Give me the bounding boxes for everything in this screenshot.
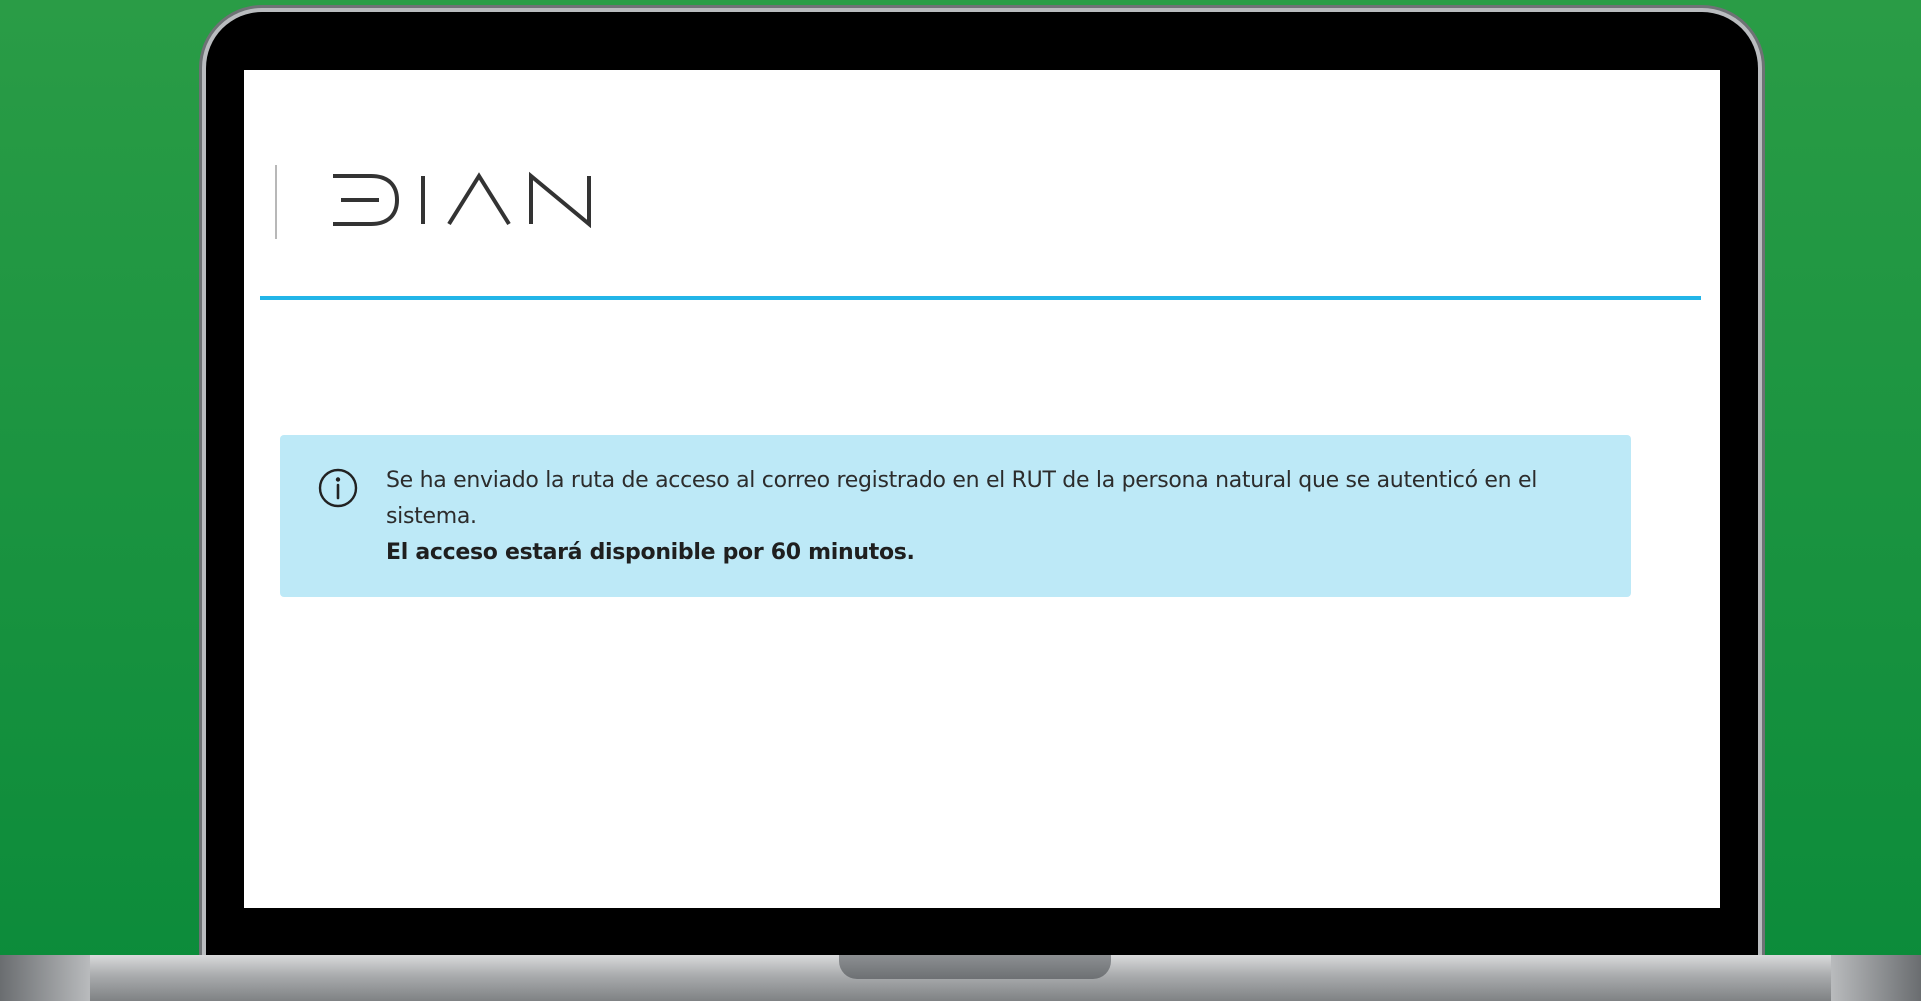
logo-divider xyxy=(275,165,277,239)
alert-message: Se ha enviado la ruta de acceso al corre… xyxy=(386,468,1538,529)
info-alert: Se ha enviado la ruta de acceso al corre… xyxy=(280,435,1631,597)
laptop-frame: Se ha enviado la ruta de acceso al corre… xyxy=(206,12,1758,960)
alert-emphasis: El acceso estará disponible por 60 minut… xyxy=(386,540,915,565)
info-icon xyxy=(318,468,358,508)
laptop-notch xyxy=(839,955,1111,979)
browser-screen: Se ha enviado la ruta de acceso al corre… xyxy=(244,70,1720,908)
dian-logo xyxy=(333,171,591,228)
header-divider xyxy=(260,296,1701,300)
